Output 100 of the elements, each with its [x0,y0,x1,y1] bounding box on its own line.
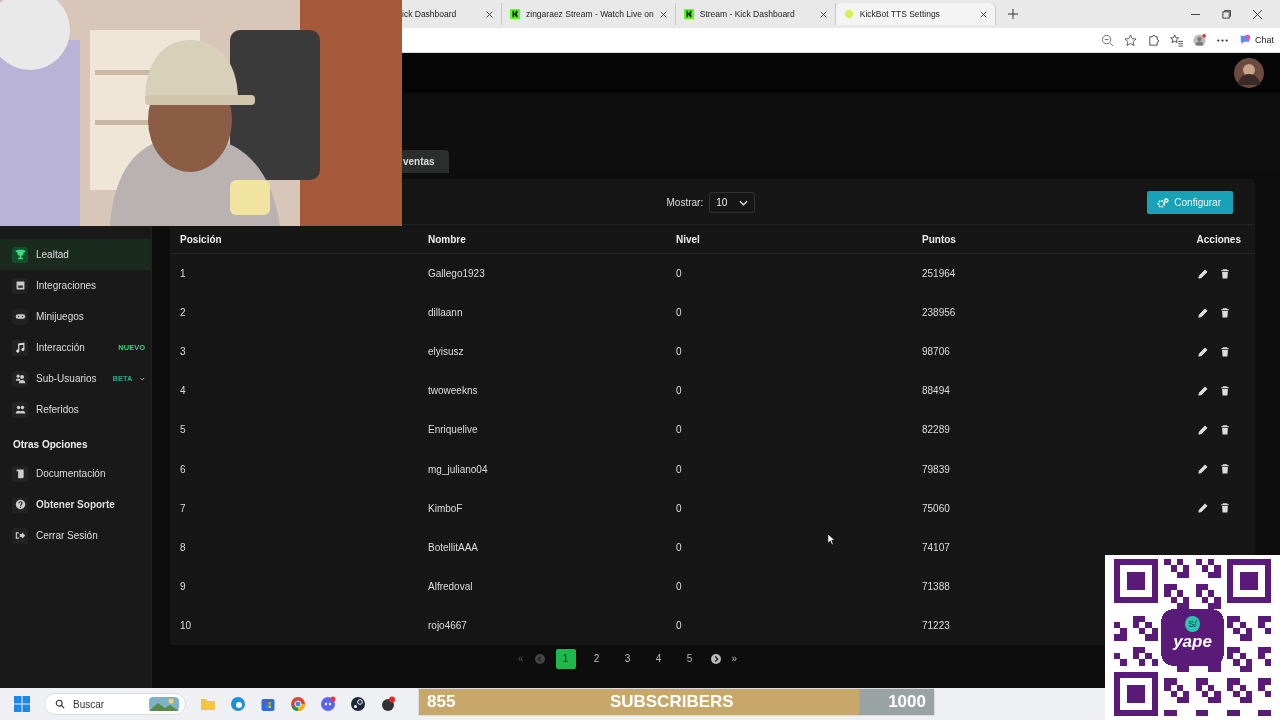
column-header: Nivel [676,233,701,245]
close-icon[interactable] [979,10,987,18]
table-cell-text: 75060 [922,502,951,514]
delete-icon[interactable] [1220,424,1230,435]
sidebar-item[interactable]: Cerrar Sesión [0,520,151,551]
table-cell-text: 0 [676,541,683,553]
table-cell-text: 6 [180,463,187,475]
page-link[interactable]: 2 [586,648,607,669]
browser-tab[interactable]: Stream - Kick Dashboard [675,3,836,25]
close-icon[interactable] [659,10,667,18]
box-icon [12,277,28,294]
table-cell-text: 0 [676,346,683,358]
favorites-icon[interactable] [1170,33,1183,47]
avatar-icon[interactable] [1234,58,1264,88]
delete-icon[interactable] [1220,307,1230,318]
gamepad-icon [12,308,28,325]
zoom-icon[interactable] [1101,33,1114,47]
people-icon [12,401,28,418]
column-header: Acciones [1195,233,1242,245]
music-icon [12,339,28,356]
browser-icon[interactable] [230,696,246,712]
column-header: Nombre [428,233,467,245]
page-link[interactable]: 5 [679,648,700,669]
taskbar-search[interactable]: Buscar [44,693,186,715]
page-link[interactable]: 4 [648,648,669,669]
table-cell-text: 7 [180,502,187,514]
delete-icon[interactable] [1220,268,1230,279]
table-cell-text: 88494 [922,385,951,397]
table-cell-text: 0 [676,385,683,397]
goal-label: SUBSCRIBERS [609,692,734,712]
edit-icon[interactable] [1198,503,1208,514]
delete-icon[interactable] [1220,346,1230,357]
column-header: Puntos [922,233,957,245]
edit-icon[interactable] [1198,424,1208,435]
table-cell-text: Enriquelive [428,424,479,436]
table-cell-text: 10 [180,619,193,631]
cursor-icon [827,533,835,546]
table-cell-text: Gallego1923 [428,268,486,280]
chevron-icon [739,199,749,206]
sidebar-item[interactable]: Obtener Soporte [0,489,151,520]
table-cell-text: 71388 [922,580,951,592]
edit-icon[interactable] [1198,464,1208,474]
page-tab[interactable]: ventas [402,150,449,173]
table-cell-text: mg_juliano04 [428,463,489,475]
browser-tab[interactable]: zingaraez Stream - Watch Live on [502,3,676,25]
delete-icon[interactable] [1220,385,1230,396]
table-cell-text: 79839 [922,463,951,475]
sidebar-item[interactable]: Referidos [0,394,151,425]
goal-current-count: 855 [427,692,456,712]
table-cell-text: 5 [180,424,187,436]
table-cell-text: Alfredoval [428,580,474,592]
close-icon[interactable] [819,10,827,18]
search-field[interactable]: Buscar [71,697,143,711]
profile-icon[interactable] [1193,33,1206,47]
table-cell-text: 8 [180,541,187,553]
chat-button[interactable]: Chat [1239,34,1274,46]
star-icon[interactable] [1124,33,1137,47]
browser-tab[interactable]: KickBot TTS Settings [835,3,996,25]
table-cell-text: twoweekns [428,385,479,397]
dot-icon [843,9,854,19]
chrome-icon[interactable] [290,696,306,712]
page-link[interactable]: 3 [617,648,638,669]
search-icon [55,699,65,709]
store-icon[interactable] [260,696,276,712]
delete-icon[interactable] [1220,503,1230,514]
page-size-select[interactable]: 10 [709,192,756,213]
edit-icon[interactable] [1198,268,1208,279]
table-cell-text: BotellitAAA [428,541,480,553]
page-link[interactable]: 1 [555,648,576,669]
edit-icon[interactable] [1198,385,1208,396]
restore-icon[interactable] [1222,9,1231,19]
help-icon [12,496,28,513]
table-cell-text: KimboF [428,502,464,514]
table-cell-text: 0 [676,502,683,514]
app-icon[interactable] [380,696,396,712]
table-cell-text: 251964 [922,268,957,280]
sidebar-item[interactable]: Lealtad [0,239,151,270]
item-label: Obtener Soporte [36,499,115,510]
table-cell-text: 82289 [922,424,951,436]
extensions-icon[interactable] [1147,33,1160,47]
next-icon[interactable] [710,653,721,664]
table-cell-text: 2 [180,307,187,319]
edit-icon[interactable] [1198,346,1208,357]
sidebar-item[interactable]: Integraciones [0,270,151,301]
sidebar-item[interactable]: Minijuegos [0,301,151,332]
item-label: Cerrar Sesión [36,530,98,541]
logout-icon [12,527,28,544]
close-icon[interactable] [1253,9,1262,19]
steam-icon[interactable] [350,696,366,712]
delete-icon[interactable] [1220,464,1230,474]
table-cell-text: 4 [180,385,187,397]
close-icon[interactable] [486,10,493,18]
chevron-icon[interactable] [140,375,145,382]
edit-icon[interactable] [1198,307,1208,318]
table-cell-text: 0 [676,463,683,475]
chat-app-icon[interactable] [320,696,336,712]
sidebar-item[interactable]: Documentación [0,458,151,489]
last-page-link[interactable]: » [731,653,738,665]
table-cell-text: 74107 [922,541,951,553]
new-tab-icon[interactable] [1007,9,1018,19]
